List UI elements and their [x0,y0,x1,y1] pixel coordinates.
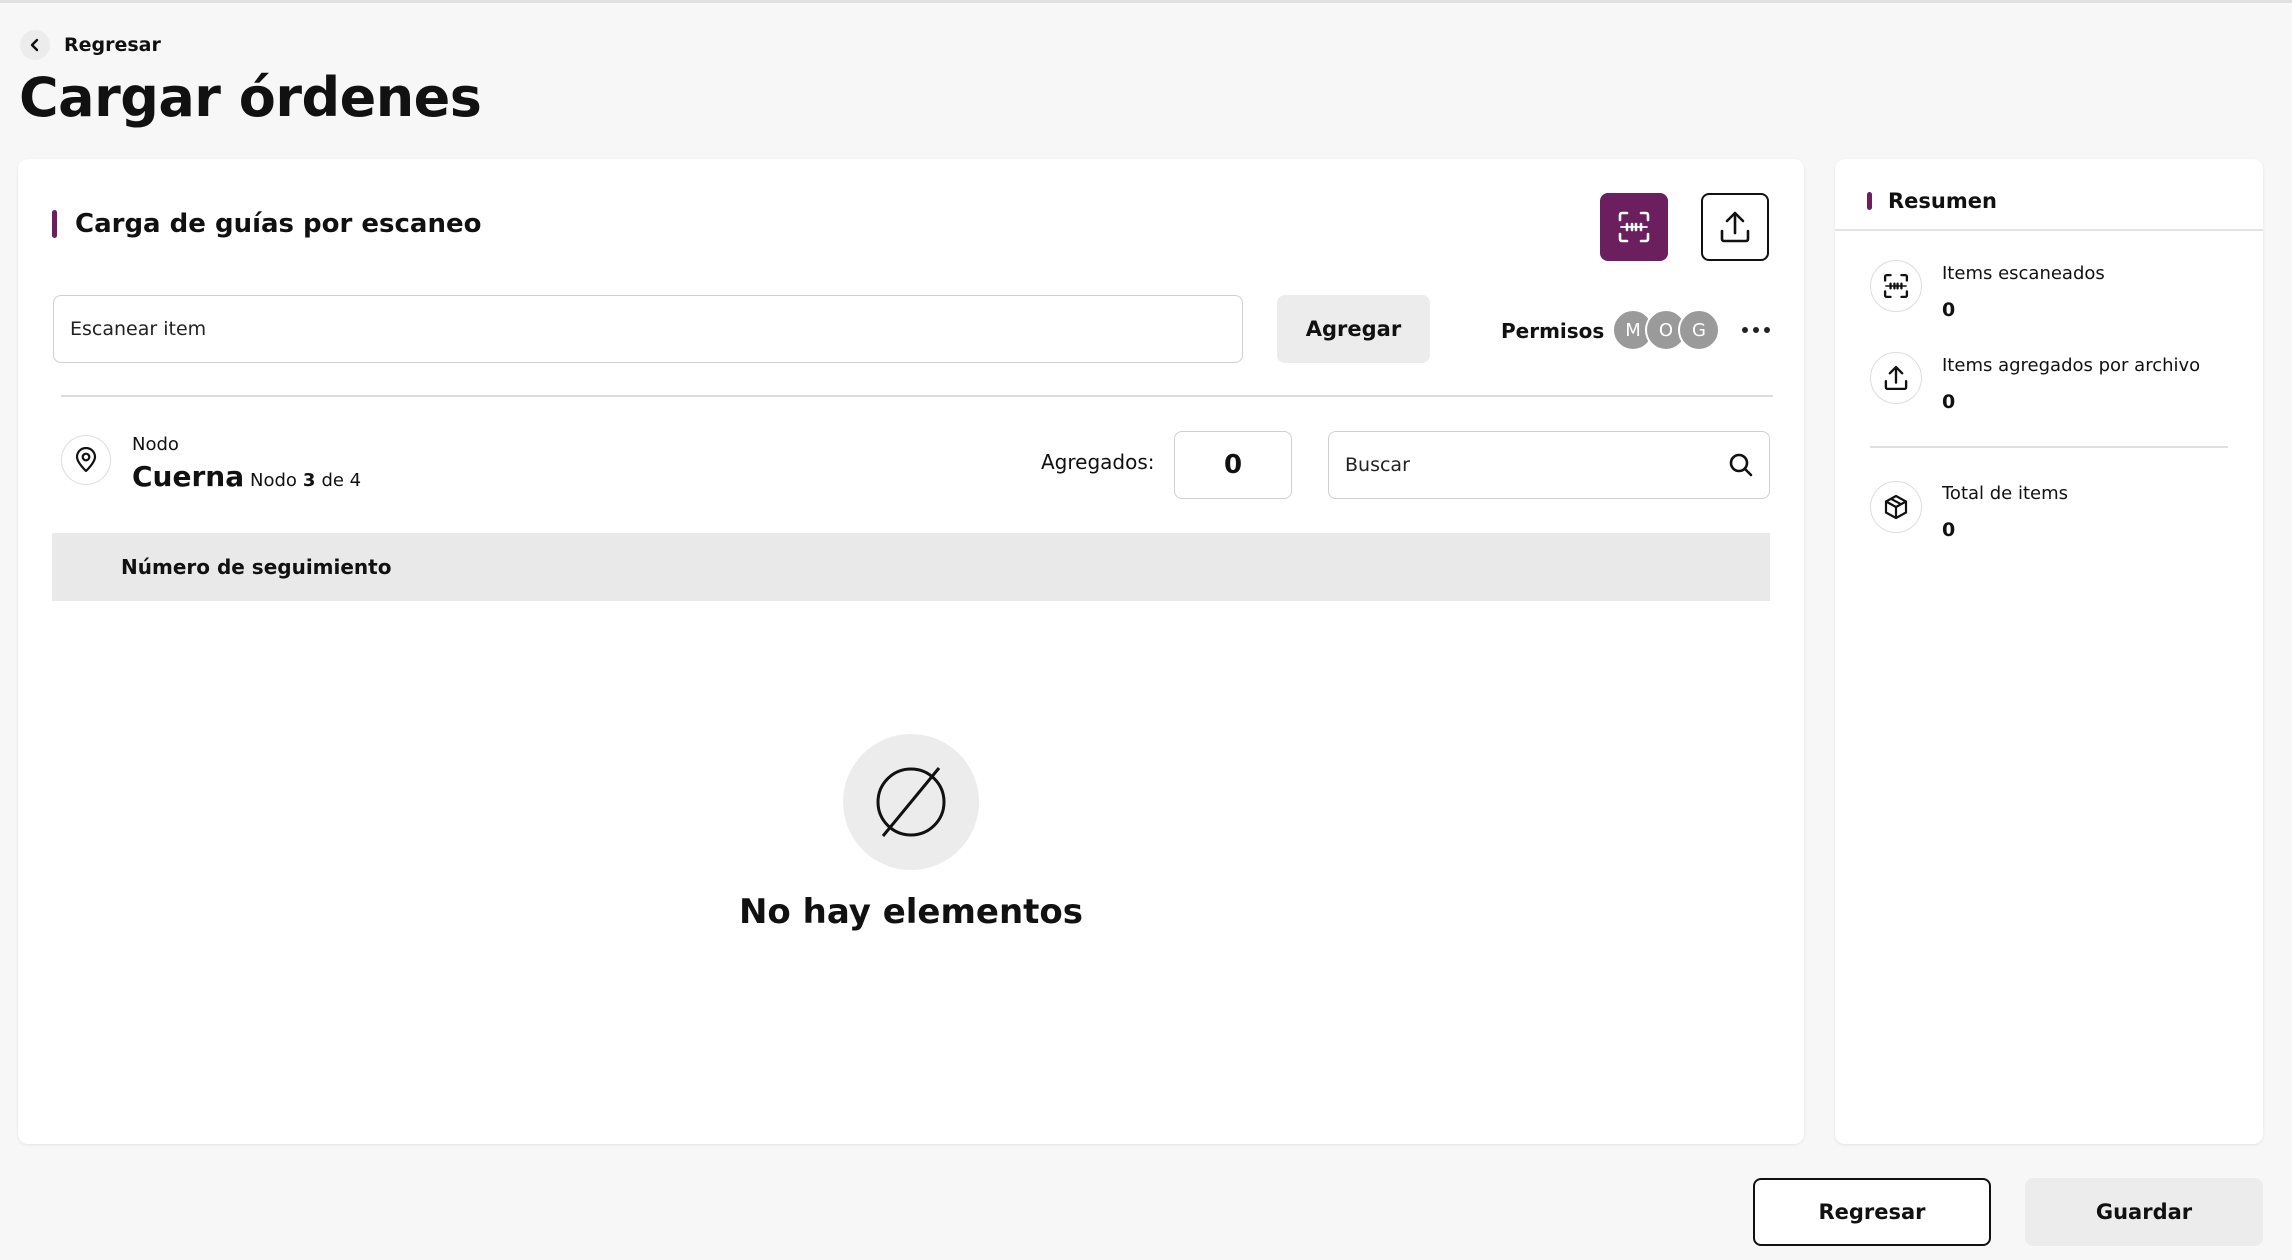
node-progress-suffix: de 4 [321,470,362,491]
stat-value: 0 [1942,299,1956,321]
node-progress-prefix: Nodo [250,470,297,491]
stat-value: 0 [1942,519,1956,541]
accent-bar [52,210,57,238]
add-button[interactable]: Agregar [1277,295,1430,363]
upload-icon [1870,352,1922,404]
scan-upload-panel: Carga de guías por escaneo Agregar Permi… [18,159,1804,1144]
permissions-label: Permisos [1501,319,1605,343]
location-pin-icon [61,435,111,485]
chevron-left-icon [20,30,50,60]
upload-icon [1720,211,1750,243]
dot [1742,327,1748,333]
summary-divider [1835,229,2263,231]
top-divider [0,0,2292,3]
stat-value: 0 [1942,391,1956,413]
empty-state-icon [843,734,979,870]
stat-label: Items escaneados [1942,263,2105,284]
search-icon[interactable] [1727,451,1755,479]
node-name: Cuerna [132,460,245,493]
save-button[interactable]: Guardar [2025,1178,2263,1246]
section-title-text: Carga de guías por escaneo [75,209,482,239]
avatar[interactable]: G [1678,309,1720,351]
column-header-tracking-number: Número de seguimiento [121,555,392,579]
back-link[interactable]: Regresar [20,30,161,60]
dot [1753,327,1759,333]
more-options-button[interactable] [1735,317,1777,343]
scan-mode-button[interactable] [1600,193,1668,261]
search-field[interactable] [1328,431,1770,499]
summary-title: Resumen [1867,189,1997,213]
upload-file-button[interactable] [1701,193,1769,261]
accent-bar [1867,192,1872,210]
summary-panel: Resumen Items escaneados 0 Items agregad… [1835,159,2263,1144]
stat-label: Items agregados por archivo [1942,355,2201,376]
scan-item-input[interactable] [53,295,1243,363]
summary-title-text: Resumen [1888,189,1997,213]
empty-state-text: No hay elementos [738,892,1084,932]
box-icon [1870,481,1922,533]
node-progress-current: 3 [302,470,316,491]
back-link-label: Regresar [64,34,161,56]
added-count-label: Agregados: [1041,450,1155,474]
added-count-value: 0 [1174,431,1292,499]
search-input[interactable] [1345,454,1727,476]
scan-icon [1618,211,1650,243]
scan-icon [1870,260,1922,312]
dot [1764,327,1770,333]
table-header: Número de seguimiento [52,533,1770,601]
node-label: Nodo [132,434,179,455]
back-button[interactable]: Regresar [1753,1178,1991,1246]
node-progress: Nodo 3 de 4 [250,470,361,491]
section-title: Carga de guías por escaneo [52,209,481,239]
section-divider [61,395,1773,397]
stat-label: Total de items [1942,483,2069,504]
summary-divider [1870,446,2228,448]
page-title: Cargar órdenes [19,66,482,129]
